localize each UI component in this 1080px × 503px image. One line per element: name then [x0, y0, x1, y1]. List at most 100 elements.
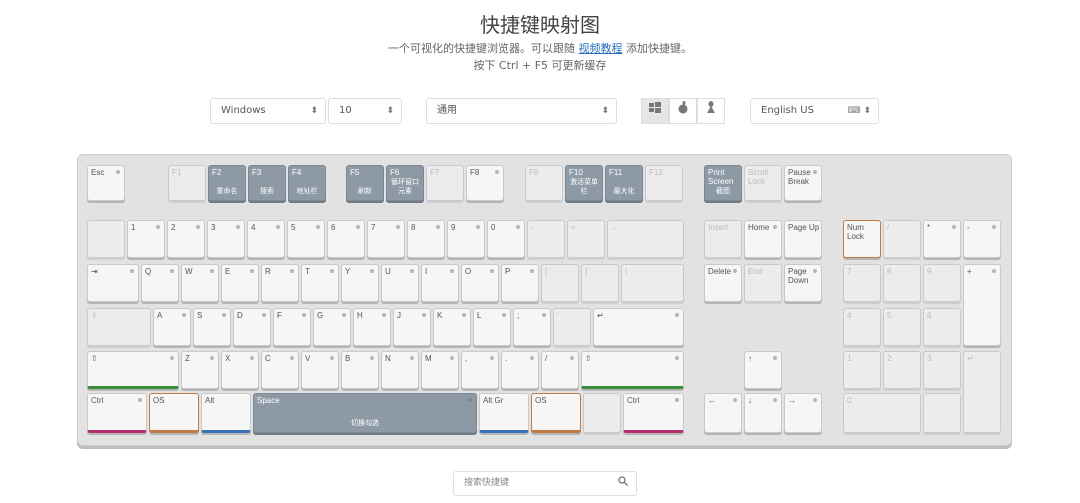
key-right-shift[interactable]: ⇧ — [581, 351, 684, 389]
key-right-os[interactable]: OS — [531, 393, 581, 433]
key-h[interactable]: H — [353, 308, 391, 346]
key-u[interactable]: U — [381, 264, 419, 302]
key-k[interactable]: K — [433, 308, 471, 346]
key-y[interactable]: Y — [341, 264, 379, 302]
key-tab[interactable]: ⇥ — [87, 264, 139, 302]
key-e[interactable]: E — [221, 264, 259, 302]
windows-icon[interactable] — [641, 98, 669, 124]
key-scroll-lock[interactable]: Scroll Lock — [744, 165, 782, 201]
key-comma[interactable]: , — [461, 351, 499, 389]
key-f10[interactable]: F10 激活菜单 栏 — [565, 165, 603, 201]
key-5[interactable]: 5 — [287, 220, 325, 258]
key-o[interactable]: O — [461, 264, 499, 302]
key-x[interactable]: X — [221, 351, 259, 389]
key-1[interactable]: 1 — [127, 220, 165, 258]
key-quote[interactable]: ' — [553, 308, 591, 346]
key-numpad-plus[interactable]: + — [963, 264, 1001, 346]
key-z[interactable]: Z — [181, 351, 219, 389]
key-l[interactable]: L — [473, 308, 511, 346]
key-f3[interactable]: F3 搜索 — [248, 165, 286, 201]
key-alt-gr[interactable]: Alt Gr — [479, 393, 529, 433]
key-2[interactable]: 2 — [167, 220, 205, 258]
linux-icon[interactable] — [697, 98, 725, 124]
key-left-shift[interactable]: ⇧ — [87, 351, 179, 389]
key-slash[interactable]: / — [541, 351, 579, 389]
key-page-up[interactable]: Page Up — [784, 220, 822, 258]
key-q[interactable]: Q — [141, 264, 179, 302]
key-numpad-dot[interactable]: . — [923, 393, 961, 433]
key-end[interactable]: End — [744, 264, 782, 302]
layout-select[interactable]: English US ⌨ ⬍ — [750, 98, 879, 124]
key-b[interactable]: B — [341, 351, 379, 389]
key-numpad-5[interactable]: 5 — [883, 308, 921, 346]
key-p[interactable]: P — [501, 264, 539, 302]
key-enter[interactable]: ↵ — [593, 308, 684, 346]
key-left-ctrl[interactable]: Ctrl — [87, 393, 147, 433]
key-arrow-right[interactable]: → — [784, 393, 822, 433]
key-g[interactable]: G — [313, 308, 351, 346]
key-r[interactable]: R — [261, 264, 299, 302]
key-numpad-minus[interactable]: - — [963, 220, 1001, 258]
key-right-ctrl[interactable]: Ctrl — [623, 393, 684, 433]
key-6[interactable]: 6 — [327, 220, 365, 258]
key-f4[interactable]: F4 地址栏 — [288, 165, 326, 201]
key-f12[interactable]: F12 — [645, 165, 683, 201]
key-arrow-up[interactable]: ↑ — [744, 351, 782, 389]
key-j[interactable]: J — [393, 308, 431, 346]
key-numpad-0[interactable]: 0 — [843, 393, 921, 433]
key-backtick[interactable]: ` — [87, 220, 125, 258]
search-input[interactable]: 搜索快捷键 — [453, 471, 637, 496]
key-numpad-slash[interactable]: / — [883, 220, 921, 258]
key-numpad-6[interactable]: 6 — [923, 308, 961, 346]
key-arrow-down[interactable]: ↓ — [744, 393, 782, 433]
key-n[interactable]: N — [381, 351, 419, 389]
key-semicolon[interactable]: ; — [513, 308, 551, 346]
key-backspace[interactable]: ← — [607, 220, 684, 258]
key-4[interactable]: 4 — [247, 220, 285, 258]
key-numpad-2[interactable]: 2 — [883, 351, 921, 389]
key-f[interactable]: F — [273, 308, 311, 346]
key-3[interactable]: 3 — [207, 220, 245, 258]
video-tutorial-link[interactable]: 视频教程 — [579, 42, 623, 55]
app-select[interactable]: 通用 ⬍ — [426, 98, 617, 124]
key-numpad-1[interactable]: 1 — [843, 351, 881, 389]
key-print-screen[interactable]: Print Screen 截图 — [704, 165, 742, 201]
key-arrow-left[interactable]: ← — [704, 393, 742, 433]
key-numpad-enter[interactable]: ↵ — [963, 351, 1001, 433]
key-home[interactable]: Home — [744, 220, 782, 258]
key-f2[interactable]: F2 重命名 — [208, 165, 246, 201]
key-numpad-star[interactable]: * — [923, 220, 961, 258]
key-i[interactable]: I — [421, 264, 459, 302]
key-d[interactable]: D — [233, 308, 271, 346]
key-left-os[interactable]: OS — [149, 393, 199, 433]
key-m[interactable]: M — [421, 351, 459, 389]
key-7[interactable]: 7 — [367, 220, 405, 258]
key-backslash[interactable]: \ — [621, 264, 684, 302]
key-period[interactable]: . — [501, 351, 539, 389]
key-caps-lock[interactable]: ⇪ — [87, 308, 151, 346]
key-pause-break[interactable]: Pause Break — [784, 165, 822, 201]
key-numpad-4[interactable]: 4 — [843, 308, 881, 346]
key-f8[interactable]: F8 — [466, 165, 504, 201]
key-f9[interactable]: F9 — [525, 165, 563, 201]
key-page-down[interactable]: Page Down — [784, 264, 822, 302]
key-f5[interactable]: F5 刷新 — [346, 165, 384, 201]
key-v[interactable]: V — [301, 351, 339, 389]
key-num-lock[interactable]: Num Lock — [843, 220, 881, 258]
key-t[interactable]: T — [301, 264, 339, 302]
key-left-alt[interactable]: Alt — [201, 393, 251, 433]
key-f11[interactable]: F11 最大化 — [605, 165, 643, 201]
version-select[interactable]: 10 ⬍ — [328, 98, 402, 124]
key-s[interactable]: S — [193, 308, 231, 346]
key-numpad-8[interactable]: 8 — [883, 264, 921, 302]
key-f7[interactable]: F7 — [426, 165, 464, 201]
key-numpad-3[interactable]: 3 — [923, 351, 961, 389]
key-9[interactable]: 9 — [447, 220, 485, 258]
key-minus[interactable]: - — [527, 220, 565, 258]
key-right-bracket[interactable]: ] — [581, 264, 619, 302]
apple-icon[interactable] — [669, 98, 697, 124]
key-equals[interactable]: = — [567, 220, 605, 258]
key-numpad-7[interactable]: 7 — [843, 264, 881, 302]
key-8[interactable]: 8 — [407, 220, 445, 258]
search-icon[interactable] — [618, 472, 628, 495]
